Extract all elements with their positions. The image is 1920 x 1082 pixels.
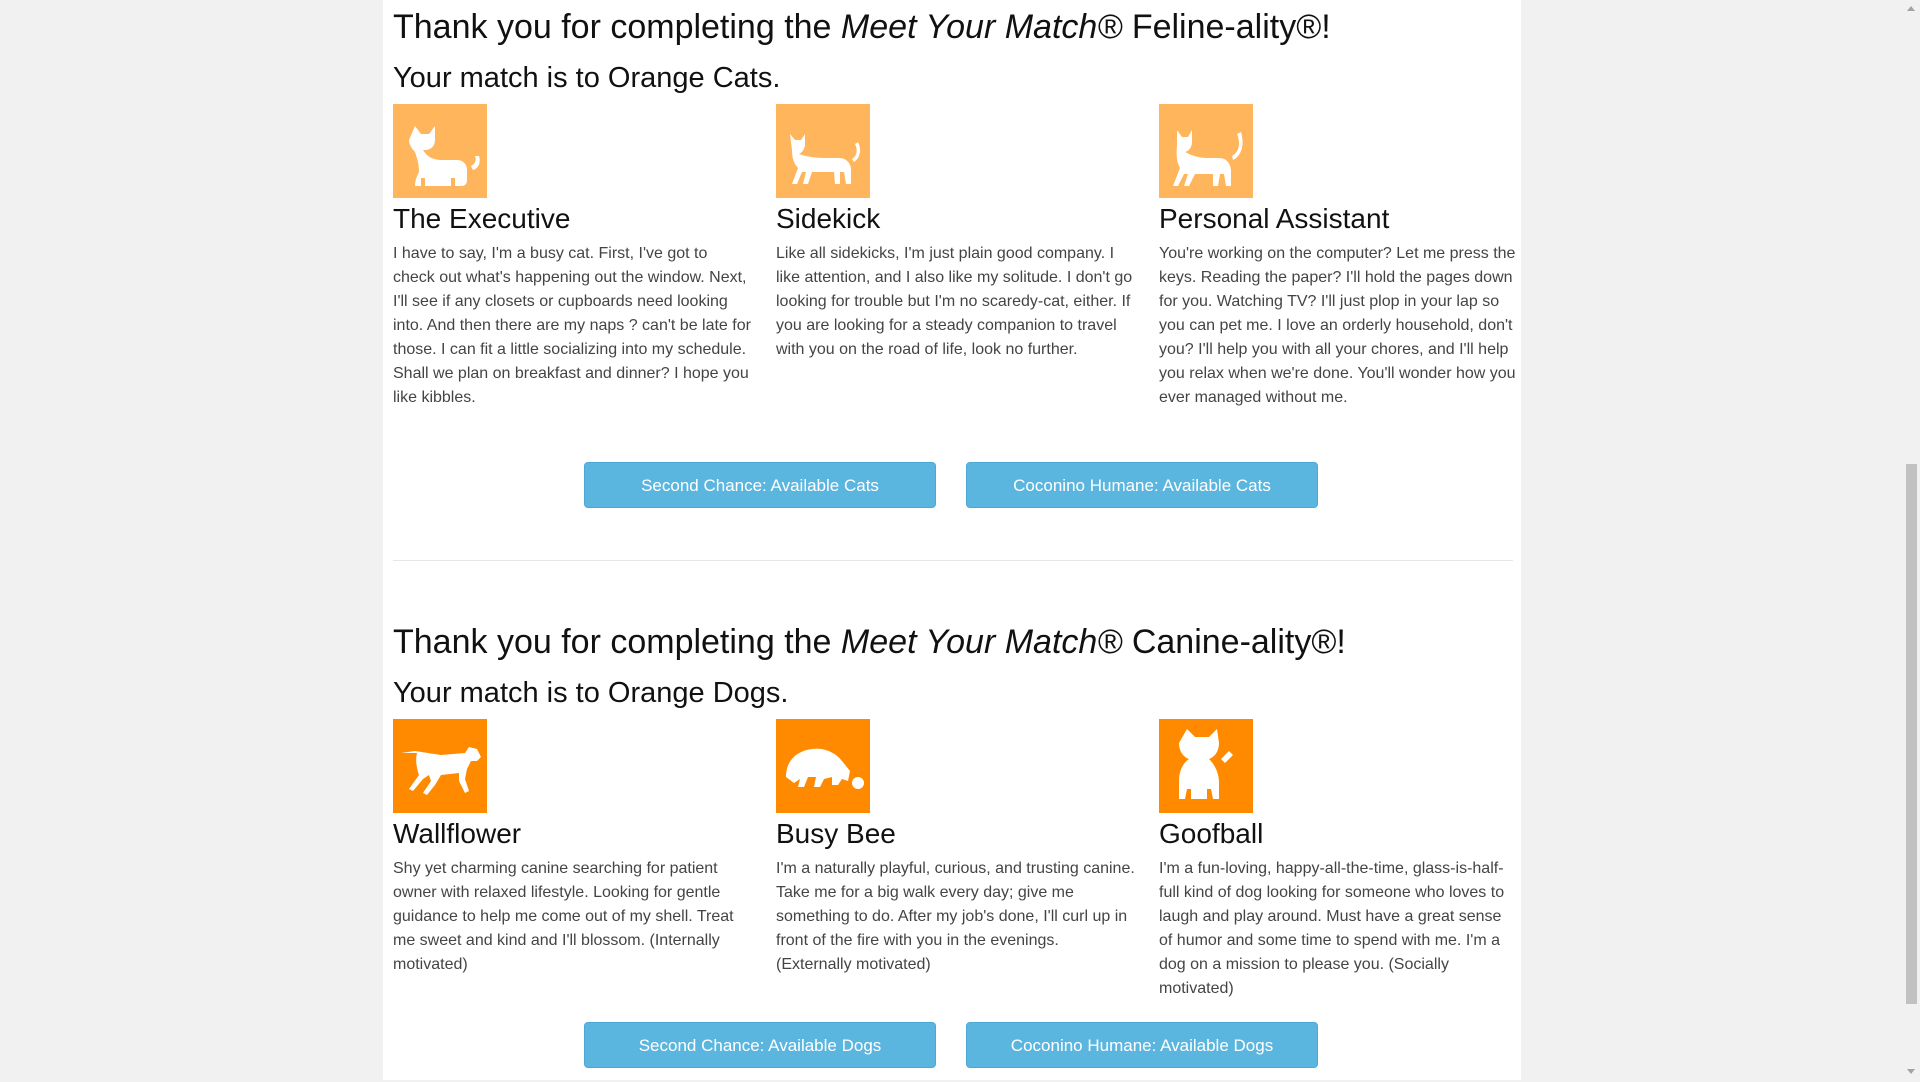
canine-card-wallflower: Wallflower Shy yet charming canine searc… bbox=[393, 719, 753, 977]
canine-button-row: Second Chance: Available Dogs Coconino H… bbox=[393, 1022, 1513, 1082]
second-chance-cats-button[interactable]: Second Chance: Available Cats bbox=[584, 462, 936, 508]
dog-sitting-icon bbox=[1159, 719, 1253, 813]
card-description: I'm a naturally playful, curious, and tr… bbox=[776, 860, 1135, 973]
canine-card-goofball: Goofball I'm a fun-loving, happy-all-the… bbox=[1159, 719, 1519, 1001]
canine-section-title: Thank you for completing the Meet Your M… bbox=[393, 617, 1513, 667]
card-name: The Executive bbox=[393, 203, 571, 234]
cat-strutting-icon bbox=[1159, 104, 1253, 198]
coconino-humane-dogs-button[interactable]: Coconino Humane: Available Dogs bbox=[966, 1022, 1318, 1068]
feline-card-sidekick: Sidekick Like all sidekicks, I'm just pl… bbox=[776, 104, 1136, 362]
dog-standing-icon bbox=[393, 719, 487, 813]
card-description: Shy yet charming canine searching for pa… bbox=[393, 860, 734, 973]
cat-sitting-icon bbox=[393, 104, 487, 198]
canine-match-text: Your match is to Orange Dogs. bbox=[393, 677, 789, 709]
second-chance-dogs-button[interactable]: Second Chance: Available Dogs bbox=[584, 1022, 936, 1068]
canine-results-section: Thank you for completing the Meet Your M… bbox=[393, 617, 1513, 1082]
results-content: Thank you for completing the Meet Your M… bbox=[393, 0, 1516, 1082]
card-description: I have to say, I'm a busy cat. First, I'… bbox=[393, 245, 751, 406]
card-description: You're working on the computer? Let me p… bbox=[1159, 245, 1516, 406]
coconino-humane-cats-button[interactable]: Coconino Humane: Available Cats bbox=[966, 462, 1318, 508]
feline-section-title: Thank you for completing the Meet Your M… bbox=[393, 2, 1513, 52]
feline-card-personal-assistant: Personal Assistant You're working on the… bbox=[1159, 104, 1519, 410]
title-prefix: Thank you for completing the bbox=[393, 8, 841, 46]
card-description: Like all sidekicks, I'm just plain good … bbox=[776, 245, 1133, 358]
scroll-down-arrow-icon[interactable] bbox=[1907, 1069, 1915, 1074]
cat-walking-icon bbox=[776, 104, 870, 198]
title-brand: Meet Your Match® bbox=[840, 623, 1123, 661]
canine-cards: Wallflower Shy yet charming canine searc… bbox=[393, 719, 1513, 1019]
vertical-scrollbar[interactable] bbox=[1903, 0, 1920, 1080]
dog-with-ball-icon bbox=[776, 719, 870, 813]
card-name: Wallflower bbox=[393, 818, 522, 849]
scrollbar-thumb[interactable] bbox=[1906, 464, 1917, 1004]
scroll-up-arrow-icon[interactable] bbox=[1907, 6, 1915, 11]
feline-button-row: Second Chance: Available Cats Coconino H… bbox=[393, 462, 1513, 522]
title-brand: Meet Your Match® bbox=[840, 8, 1123, 46]
title-prefix: Thank you for completing the bbox=[393, 623, 841, 661]
feline-results-section: Thank you for completing the Meet Your M… bbox=[393, 2, 1516, 522]
title-suffix: Canine-ality®! bbox=[1122, 623, 1346, 661]
card-name: Busy Bee bbox=[776, 818, 896, 849]
feline-cards: The Executive I have to say, I'm a busy … bbox=[393, 104, 1516, 456]
feline-card-executive: The Executive I have to say, I'm a busy … bbox=[393, 104, 753, 410]
card-name: Personal Assistant bbox=[1159, 203, 1390, 234]
card-name: Goofball bbox=[1159, 818, 1264, 849]
feline-match-text: Your match is to Orange Cats. bbox=[393, 62, 781, 94]
page-container: Thank you for completing the Meet Your M… bbox=[383, 0, 1521, 1080]
card-name: Sidekick bbox=[776, 203, 881, 234]
title-suffix: Feline-ality®! bbox=[1122, 8, 1331, 46]
canine-card-busy-bee: Busy Bee I'm a naturally playful, curiou… bbox=[776, 719, 1136, 977]
card-description: I'm a fun-loving, happy-all-the-time, gl… bbox=[1159, 860, 1505, 997]
